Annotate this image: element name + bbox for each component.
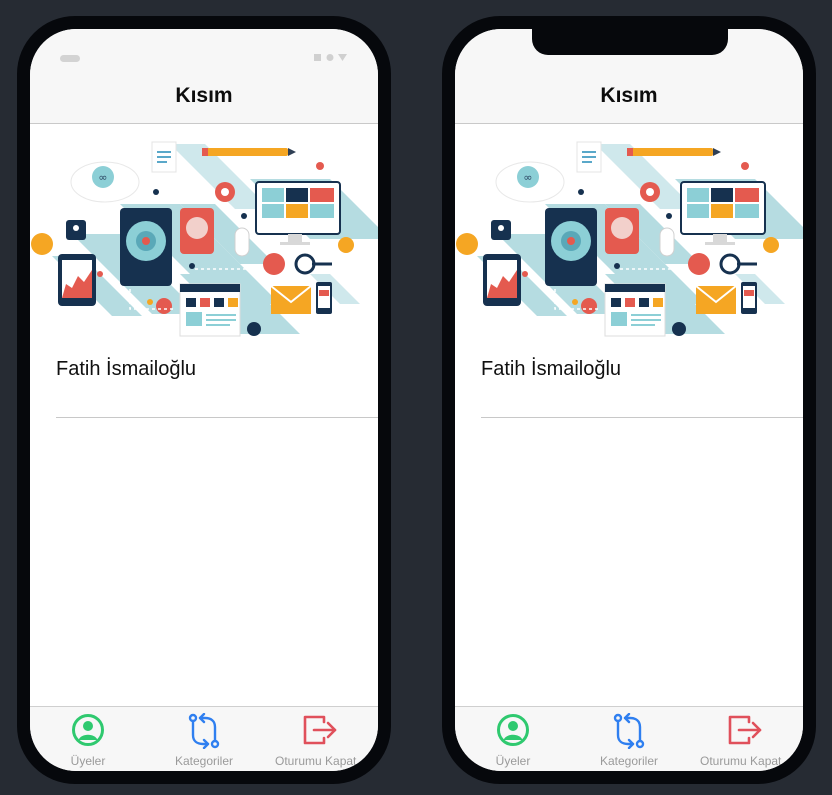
member-list-item[interactable]: Fatih İsmailoğlu xyxy=(481,359,803,418)
member-name: Fatih İsmailoğlu xyxy=(56,358,197,380)
tab-categories[interactable]: Kategoriler xyxy=(571,707,687,771)
user-circle-icon xyxy=(72,714,104,746)
svg-text:∞: ∞ xyxy=(523,171,532,184)
navigation-bar: Kısım xyxy=(30,29,378,124)
tab-label: Kategoriler xyxy=(174,754,234,768)
screen: Kısım ∞ Fatih İsmailoğlu Üyeler Kategori… xyxy=(455,29,803,771)
hero-illustration: ∞ xyxy=(31,141,378,337)
screen: Kısım ∞ Fatih İsmailoğlu Üyeler Kategori… xyxy=(30,29,378,771)
swap-arrows-icon xyxy=(188,713,220,749)
tab-bar: Üyeler Kategoriler Oturumu Kapat xyxy=(30,706,378,771)
tab-logout[interactable]: Oturumu Kapat xyxy=(262,707,378,771)
tab-label: Oturumu Kapat xyxy=(275,754,357,768)
device-notch xyxy=(532,29,728,55)
page-title: Kısım xyxy=(600,84,658,107)
tab-label: Kategoriler xyxy=(599,754,659,768)
tab-label: Üyeler xyxy=(70,754,106,768)
status-indicator xyxy=(60,55,80,62)
hero-illustration: ∞ xyxy=(456,141,803,337)
member-name: Fatih İsmailoğlu xyxy=(481,358,622,380)
page-title: Kısım xyxy=(175,84,233,107)
member-list-item[interactable]: Fatih İsmailoğlu xyxy=(56,359,378,418)
swap-arrows-icon xyxy=(613,713,645,749)
phone-iphone: Kısım ∞ Fatih İsmailoğlu Üyeler Kategori… xyxy=(442,16,816,784)
tab-bar: Üyeler Kategoriler Oturumu Kapat xyxy=(455,706,803,771)
tab-label: Üyeler xyxy=(495,754,531,768)
user-circle-icon xyxy=(497,714,529,746)
tab-categories[interactable]: Kategoriler xyxy=(146,707,262,771)
svg-text:∞: ∞ xyxy=(98,171,107,184)
hero-image: ∞ xyxy=(455,124,803,354)
tab-label: Oturumu Kapat xyxy=(700,754,782,768)
logout-icon xyxy=(728,715,762,745)
status-icons xyxy=(314,54,347,61)
tab-logout[interactable]: Oturumu Kapat xyxy=(687,707,803,771)
phone-android: Kısım ∞ Fatih İsmailoğlu Üyeler Kategori… xyxy=(17,16,391,784)
logout-icon xyxy=(303,715,337,745)
navigation-bar: Kısım xyxy=(455,29,803,124)
hero-image: ∞ xyxy=(30,124,378,354)
tab-members[interactable]: Üyeler xyxy=(455,707,571,771)
tab-members[interactable]: Üyeler xyxy=(30,707,146,771)
